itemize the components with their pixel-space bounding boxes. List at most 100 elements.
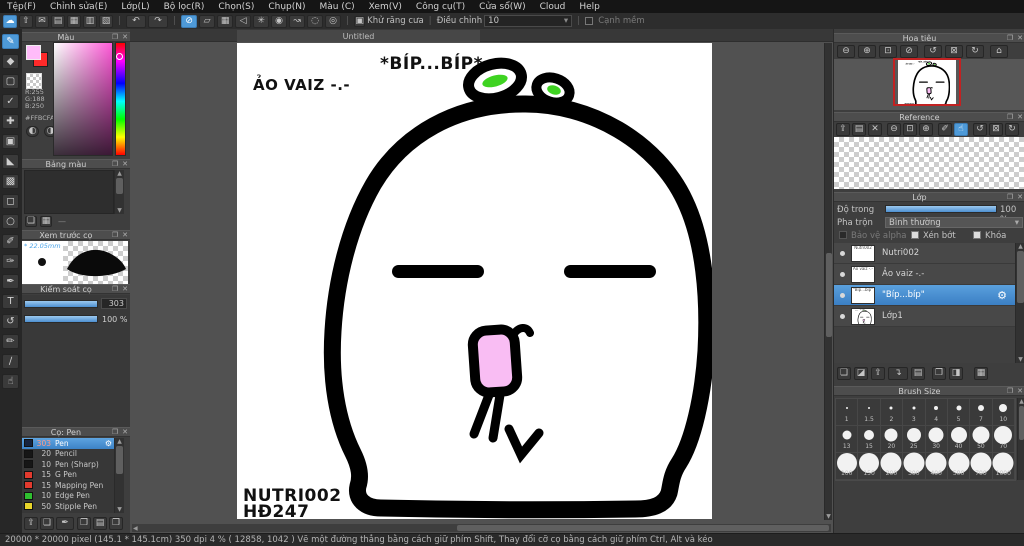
pen-tool[interactable]: ✏ bbox=[2, 334, 19, 349]
visibility-icon[interactable] bbox=[840, 250, 845, 256]
menu-lop[interactable]: Lớp(L) bbox=[114, 2, 156, 12]
scroll-up-icon[interactable]: ▲ bbox=[115, 170, 124, 177]
text-tool[interactable]: T bbox=[2, 294, 19, 309]
brush-size-option[interactable]: 3 bbox=[903, 399, 926, 426]
hsv-mode-icon[interactable]: ◐ bbox=[26, 126, 39, 137]
share-icon[interactable]: ⇧ bbox=[19, 14, 33, 28]
layer-move-icon[interactable]: ◨ bbox=[949, 367, 963, 380]
brush-size-option[interactable]: 13 bbox=[836, 426, 859, 453]
ref-rotate-left-icon[interactable]: ↺ bbox=[973, 123, 987, 136]
brush-edit-icon[interactable]: ✒ bbox=[56, 517, 74, 530]
brush-size-option[interactable]: 70 bbox=[992, 426, 1015, 453]
layer-row-selected[interactable]: "Bíp...bíp" "Bíp...bíp" ⚙ bbox=[834, 285, 1015, 306]
dropper-tool[interactable]: ∕ bbox=[2, 354, 19, 369]
gear-icon[interactable]: ⚙ bbox=[105, 439, 112, 448]
layer-row[interactable]: Nutri002 Nutri002 bbox=[834, 243, 1015, 264]
popout-icon[interactable]: ❐ bbox=[110, 160, 120, 168]
brush-size-option[interactable]: 25 bbox=[903, 426, 926, 453]
brush-size-option[interactable]: 200 bbox=[880, 452, 904, 480]
window-icon[interactable]: ▧ bbox=[99, 14, 113, 28]
layer-export-icon[interactable]: ↴ bbox=[888, 367, 908, 380]
menu-chup[interactable]: Chụp(N) bbox=[261, 2, 312, 12]
layer-scrollbar[interactable]: ▲ ▼ bbox=[1015, 243, 1024, 363]
ref-rotate-reset-icon[interactable]: ⊠ bbox=[989, 123, 1003, 136]
palette-list[interactable] bbox=[24, 170, 114, 214]
ref-eyedropper-icon[interactable]: ✐ bbox=[938, 123, 952, 136]
menu-mau[interactable]: Màu (C) bbox=[313, 2, 362, 12]
popout-icon[interactable]: ❐ bbox=[1005, 113, 1015, 121]
brush-tool[interactable]: ✎ bbox=[2, 34, 19, 49]
ref-upload-icon[interactable]: ⇪ bbox=[836, 123, 850, 136]
ref-clear-icon[interactable]: ✕ bbox=[868, 123, 882, 136]
layer-import-icon[interactable]: ⇪ bbox=[871, 367, 885, 380]
close-icon[interactable]: ✕ bbox=[1015, 387, 1024, 395]
brush-size-option[interactable]: 10 bbox=[992, 399, 1015, 426]
gradient-tool[interactable]: ▩ bbox=[2, 174, 19, 189]
brush-size-option[interactable]: 1000 bbox=[992, 452, 1015, 480]
brush-size-option[interactable]: 1.5 bbox=[858, 399, 881, 426]
layer-merge-icon[interactable]: ❐ bbox=[932, 367, 946, 380]
select-tool[interactable]: ◻ bbox=[2, 194, 19, 209]
move-tool[interactable]: ✚ bbox=[2, 114, 19, 129]
brush-new-icon[interactable]: ❏ bbox=[40, 517, 54, 530]
hue-marker[interactable] bbox=[116, 53, 123, 60]
popout-icon[interactable]: ❐ bbox=[1005, 387, 1015, 395]
close-icon[interactable]: ✕ bbox=[120, 33, 130, 41]
brush-size-option[interactable]: 40 bbox=[947, 426, 971, 453]
brush-size-option[interactable]: 4 bbox=[925, 399, 948, 426]
brush-size-option[interactable]: 20 bbox=[880, 426, 904, 453]
menu-tep[interactable]: Tệp(F) bbox=[0, 2, 43, 12]
lock-checkbox[interactable] bbox=[973, 231, 981, 239]
canvas-hscrollbar[interactable]: ◀ bbox=[132, 524, 831, 532]
scroll-up-icon[interactable]: ▲ bbox=[115, 438, 124, 445]
menu-bo-loc[interactable]: Bộ lọc(R) bbox=[157, 2, 212, 12]
shape-tool[interactable]: ▣ bbox=[2, 134, 19, 149]
visibility-icon[interactable] bbox=[840, 292, 845, 298]
scroll-down-icon[interactable]: ▼ bbox=[825, 513, 832, 520]
brush-item[interactable]: 15 Mapping Pen bbox=[22, 480, 114, 491]
layer-row[interactable]: Lớp1 bbox=[834, 306, 1015, 327]
brush-size-option[interactable]: 15 bbox=[858, 426, 881, 453]
scroll-down-icon[interactable]: ▼ bbox=[1016, 356, 1024, 363]
scroll-up-icon[interactable]: ▲ bbox=[1018, 398, 1024, 405]
menu-help[interactable]: Help bbox=[572, 2, 607, 12]
ref-folder-icon[interactable]: ▤ bbox=[852, 123, 866, 136]
brush-size-option[interactable]: 400 bbox=[925, 452, 948, 480]
display-icon[interactable]: ▤ bbox=[51, 14, 65, 28]
clip-checkbox[interactable] bbox=[911, 231, 919, 239]
menu-cong-cu[interactable]: Công cụ(T) bbox=[409, 2, 472, 12]
chat-icon[interactable]: ✉ bbox=[35, 14, 49, 28]
palette-trash-icon[interactable]: ▦ bbox=[40, 216, 52, 227]
brush-item[interactable]: 20 Pencil bbox=[22, 449, 114, 460]
sv-picker[interactable] bbox=[53, 42, 113, 156]
brush-size-option[interactable]: 700 bbox=[970, 452, 993, 480]
brush-size-option[interactable]: 500 bbox=[947, 452, 971, 480]
scroll-up-icon[interactable]: ▲ bbox=[1016, 243, 1024, 250]
close-icon[interactable]: ✕ bbox=[1015, 193, 1024, 201]
layer-row[interactable]: Ảo vaiz -.- Ảo vaiz -.- bbox=[834, 264, 1015, 285]
brush-size-option[interactable]: 100 bbox=[836, 453, 859, 480]
menu-chon[interactable]: Chọn(S) bbox=[211, 2, 261, 12]
layer-new-icon[interactable]: ❏ bbox=[837, 367, 851, 380]
canvas-vscrollbar[interactable]: ▼ bbox=[824, 43, 832, 520]
redo-icon[interactable]: ↷ bbox=[148, 14, 169, 28]
close-icon[interactable]: ✕ bbox=[120, 428, 130, 436]
alpha-protect-checkbox[interactable] bbox=[839, 231, 847, 239]
layer-opacity-slider[interactable] bbox=[885, 205, 997, 213]
brush-duplicate-icon[interactable]: ❐ bbox=[109, 517, 123, 530]
lasso-tool[interactable]: ○ bbox=[2, 214, 19, 229]
popout-icon[interactable]: ❐ bbox=[110, 428, 120, 436]
brush-size-scrollbar[interactable]: ▲ bbox=[1017, 398, 1024, 480]
soft-edge-checkbox[interactable] bbox=[585, 17, 594, 25]
snap-parallel-icon[interactable]: ▱ bbox=[199, 14, 216, 28]
brush-size-slider[interactable] bbox=[24, 300, 98, 308]
brush-copy-icon[interactable]: ❐ bbox=[77, 517, 91, 530]
close-icon[interactable]: ✕ bbox=[120, 231, 130, 239]
snap-radial-icon[interactable]: ✳ bbox=[253, 14, 270, 28]
visibility-icon[interactable] bbox=[840, 271, 845, 277]
menu-xem[interactable]: Xem(V) bbox=[362, 2, 409, 12]
layer-new-alpha-icon[interactable]: ◪ bbox=[854, 367, 868, 380]
ref-zoom-fit-icon[interactable]: ⊡ bbox=[903, 123, 917, 136]
snap-concentric-icon[interactable]: ◎ bbox=[325, 14, 342, 28]
brush-item[interactable]: 50 Stipple Pen bbox=[22, 501, 114, 512]
